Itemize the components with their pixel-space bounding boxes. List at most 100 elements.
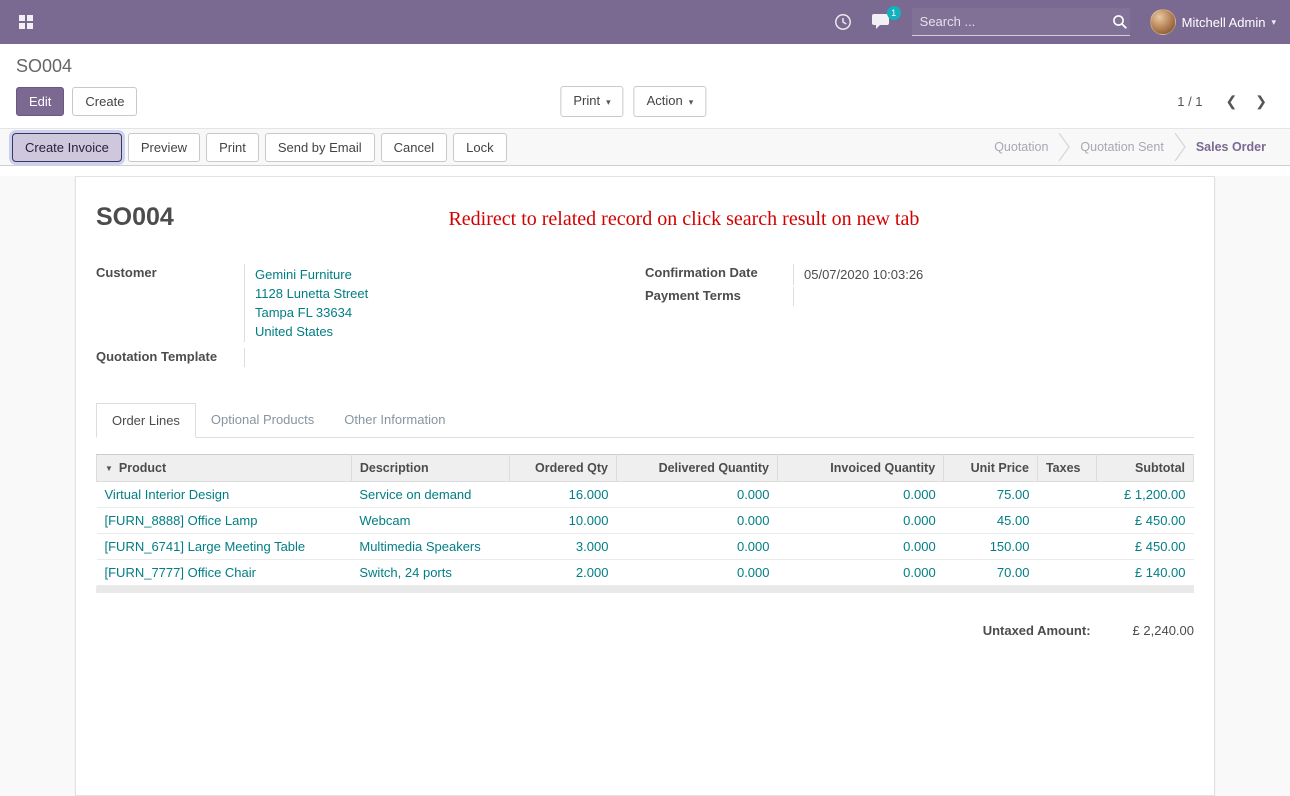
cell-invoiced-qty[interactable]: 0.000 [778,560,944,586]
totals-section: Untaxed Amount: £ 2,240.00 [96,623,1194,638]
search-icon[interactable] [1104,14,1136,30]
column-header-taxes[interactable]: Taxes [1037,455,1096,482]
table-row[interactable]: Virtual Interior Design Service on deman… [97,482,1194,508]
customer-name-link[interactable]: Gemini Furniture [255,265,645,284]
cell-description[interactable]: Service on demand [351,482,509,508]
tab-other-information[interactable]: Other Information [329,403,460,438]
cell-delivered-qty[interactable]: 0.000 [616,560,777,586]
cell-description[interactable]: Multimedia Speakers [351,534,509,560]
cell-invoiced-qty[interactable]: 0.000 [778,482,944,508]
cell-invoiced-qty[interactable]: 0.000 [778,534,944,560]
print-menu-button[interactable]: Print ▾ [560,86,623,117]
state-quotation-sent[interactable]: Quotation Sent [1070,140,1173,154]
action-menu-label: Action [647,93,683,108]
table-footer-strip [96,586,1194,593]
left-field-group: Customer Gemini Furniture 1128 Lunetta S… [96,264,645,373]
cell-description[interactable]: Webcam [351,508,509,534]
field-groups: Customer Gemini Furniture 1128 Lunetta S… [96,264,1194,373]
sheet-header: SO004 Redirect to related record on clic… [96,203,1194,232]
quotation-template-field: Quotation Template [96,348,645,367]
table-row[interactable]: [FURN_8888] Office Lamp Webcam 10.000 0.… [97,508,1194,534]
action-menu-button[interactable]: Action▾ [634,86,707,117]
cell-invoiced-qty[interactable]: 0.000 [778,508,944,534]
customer-value: Gemini Furniture 1128 Lunetta Street Tam… [244,264,645,342]
column-header-unit-price[interactable]: Unit Price [944,455,1038,482]
cell-product[interactable]: [FURN_7777] Office Chair [97,560,352,586]
cell-ordered-qty[interactable]: 10.000 [509,508,616,534]
cell-delivered-qty[interactable]: 0.000 [616,482,777,508]
right-field-group: Confirmation Date 05/07/2020 10:03:26 Pa… [645,264,1194,373]
order-lines-table: ▼Product Description Ordered Qty Deliver… [96,454,1194,586]
user-menu[interactable]: Mitchell Admin ▾ [1150,9,1276,35]
cell-ordered-qty[interactable]: 2.000 [509,560,616,586]
cell-product[interactable]: Virtual Interior Design [97,482,352,508]
tab-order-lines[interactable]: Order Lines [96,403,196,438]
state-quotation[interactable]: Quotation [984,140,1058,154]
create-invoice-button[interactable]: Create Invoice [12,133,122,162]
activities-clock-icon[interactable] [834,13,852,31]
preview-button[interactable]: Preview [128,133,200,162]
customer-city: Tampa FL 33634 [255,303,645,322]
grid-icon [18,14,34,30]
cell-unit-price[interactable]: 45.00 [944,508,1038,534]
cell-subtotal[interactable]: £ 450.00 [1097,534,1194,560]
cell-unit-price[interactable]: 150.00 [944,534,1038,560]
control-panel-left: Edit Create [16,87,137,116]
cell-delivered-qty[interactable]: 0.000 [616,508,777,534]
table-row[interactable]: [FURN_6741] Large Meeting Table Multimed… [97,534,1194,560]
messages-icon[interactable]: 1 [872,13,892,31]
cell-delivered-qty[interactable]: 0.000 [616,534,777,560]
column-header-ordered-qty[interactable]: Ordered Qty [509,455,616,482]
apps-menu-icon[interactable] [14,10,38,34]
cell-product[interactable]: [FURN_8888] Office Lamp [97,508,352,534]
pager-previous-button[interactable]: ❮ [1219,91,1245,112]
cell-taxes[interactable] [1037,508,1096,534]
control-panel-center: Print ▾ Action▾ [560,86,706,117]
column-header-subtotal[interactable]: Subtotal [1097,455,1194,482]
print-button[interactable]: Print [206,133,259,162]
cell-ordered-qty[interactable]: 3.000 [509,534,616,560]
cell-product[interactable]: [FURN_6741] Large Meeting Table [97,534,352,560]
search-input[interactable] [912,8,1104,35]
untaxed-amount-value: £ 2,240.00 [1133,623,1194,638]
cell-unit-price[interactable]: 75.00 [944,482,1038,508]
column-header-product[interactable]: ▼Product [97,455,352,482]
cell-taxes[interactable] [1037,534,1096,560]
cell-subtotal[interactable]: £ 1,200.00 [1097,482,1194,508]
customer-street: 1128 Lunetta Street [255,284,645,303]
edit-button[interactable]: Edit [16,87,64,116]
cancel-button[interactable]: Cancel [381,133,447,162]
chevron-right-icon [1174,133,1186,161]
quotation-template-value [244,348,645,367]
lock-button[interactable]: Lock [453,133,506,162]
create-button[interactable]: Create [72,87,137,116]
cell-taxes[interactable] [1037,482,1096,508]
payment-terms-value [793,287,1194,306]
cell-taxes[interactable] [1037,560,1096,586]
send-by-email-button[interactable]: Send by Email [265,133,375,162]
cell-subtotal[interactable]: £ 450.00 [1097,508,1194,534]
avatar[interactable] [1150,9,1176,35]
customer-field: Customer Gemini Furniture 1128 Lunetta S… [96,264,645,342]
customer-label: Customer [96,264,244,342]
topbar-search[interactable] [912,8,1130,36]
table-row[interactable]: [FURN_7777] Office Chair Switch, 24 port… [97,560,1194,586]
chevron-down-icon: ▾ [606,97,611,107]
column-header-delivered-qty[interactable]: Delivered Quantity [616,455,777,482]
print-menu-label: Print [573,93,600,108]
payment-terms-label: Payment Terms [645,287,793,306]
cell-unit-price[interactable]: 70.00 [944,560,1038,586]
customer-country: United States [255,322,645,341]
column-header-description[interactable]: Description [351,455,509,482]
cell-description[interactable]: Switch, 24 ports [351,560,509,586]
cell-subtotal[interactable]: £ 140.00 [1097,560,1194,586]
topbar-right-section: 1 Mitchell Admin ▾ [834,8,1276,36]
chevron-right-icon [1058,133,1070,161]
cell-ordered-qty[interactable]: 16.000 [509,482,616,508]
tab-optional-products[interactable]: Optional Products [196,403,329,438]
state-sales-order[interactable]: Sales Order [1186,140,1276,154]
column-header-invoiced-qty[interactable]: Invoiced Quantity [778,455,944,482]
pager-next-button[interactable]: ❯ [1248,91,1274,112]
confirmation-date-value: 05/07/2020 10:03:26 [793,264,1194,285]
product-header-label: Product [119,461,166,475]
